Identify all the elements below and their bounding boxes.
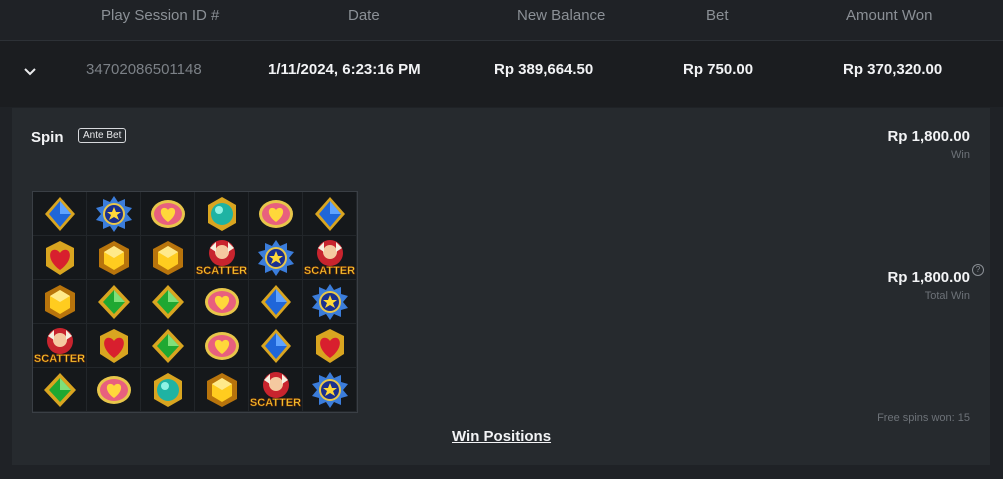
green-gem-icon bbox=[97, 284, 130, 319]
row-bet: Rp 750.00 bbox=[683, 61, 754, 78]
gold-hex-symbol bbox=[87, 236, 141, 280]
blue-gem-icon bbox=[260, 284, 291, 319]
header-amount-won: Amount Won bbox=[846, 7, 933, 24]
table-row[interactable]: 34702086501148 1/11/2024, 6:23:16 PM Rp … bbox=[0, 41, 1003, 107]
scatter-symbol: SCATTER bbox=[33, 324, 87, 368]
chevron-down-icon[interactable] bbox=[24, 65, 36, 77]
header-bet: Bet bbox=[706, 7, 729, 24]
blue-gem-symbol bbox=[33, 192, 87, 236]
gold-hex-icon bbox=[206, 372, 237, 407]
pink-heart-icon bbox=[204, 287, 239, 316]
green-gem-symbol bbox=[141, 324, 195, 368]
win-positions-link[interactable]: Win Positions bbox=[452, 428, 551, 445]
gold-hex-icon bbox=[152, 240, 183, 275]
green-gem-icon bbox=[43, 372, 76, 407]
pink-heart-icon bbox=[150, 199, 185, 228]
gold-hex-icon bbox=[44, 284, 75, 319]
ante-bet-badge: Ante Bet bbox=[78, 128, 127, 143]
pink-heart-symbol bbox=[87, 368, 141, 412]
gold-hex-symbol bbox=[33, 280, 87, 324]
pink-heart-icon bbox=[258, 199, 293, 228]
red-heart-symbol bbox=[303, 324, 357, 368]
pink-heart-symbol bbox=[249, 192, 303, 236]
blue-gem-icon bbox=[260, 328, 291, 363]
header-date: Date bbox=[348, 7, 380, 24]
red-heart-icon bbox=[315, 328, 344, 363]
pink-heart-symbol bbox=[195, 324, 249, 368]
teal-orb-icon bbox=[153, 372, 182, 407]
header-session-id: Play Session ID # bbox=[101, 7, 220, 24]
gold-hex-symbol bbox=[195, 368, 249, 412]
green-gem-icon bbox=[151, 328, 184, 363]
blue-star-icon bbox=[95, 195, 132, 232]
scatter-label: SCATTER bbox=[33, 353, 86, 366]
blue-gem-symbol bbox=[303, 192, 357, 236]
help-icon[interactable]: ? bbox=[972, 264, 984, 276]
blue-star-icon bbox=[257, 239, 294, 276]
win-label: Win bbox=[951, 149, 970, 161]
scatter-label: SCATTER bbox=[303, 265, 356, 278]
scatter-label: SCATTER bbox=[249, 397, 302, 410]
blue-gem-icon bbox=[44, 196, 75, 231]
scatter-symbol: SCATTER bbox=[195, 236, 249, 280]
scatter-label: SCATTER bbox=[195, 265, 248, 278]
blue-gem-symbol bbox=[249, 324, 303, 368]
row-date: 1/11/2024, 6:23:16 PM bbox=[268, 61, 421, 78]
session-id: 34702086501148 bbox=[86, 61, 202, 78]
pink-heart-symbol bbox=[141, 192, 195, 236]
row-won: Rp 370,320.00 bbox=[843, 61, 943, 78]
blue-star-symbol bbox=[303, 280, 357, 324]
total-win-label: Total Win bbox=[924, 290, 970, 302]
total-win-amount: Rp 1,800.00 bbox=[887, 269, 970, 286]
green-gem-icon bbox=[151, 284, 184, 319]
teal-orb-symbol bbox=[195, 192, 249, 236]
blue-star-symbol bbox=[249, 236, 303, 280]
free-spins-won: Free spins won: 15 bbox=[877, 412, 970, 424]
scatter-symbol: SCATTER bbox=[249, 368, 303, 412]
gold-hex-icon bbox=[98, 240, 129, 275]
pink-heart-symbol bbox=[195, 280, 249, 324]
pink-heart-icon bbox=[204, 331, 239, 360]
row-balance: Rp 389,664.50 bbox=[494, 61, 594, 78]
red-heart-icon bbox=[99, 328, 128, 363]
teal-orb-symbol bbox=[141, 368, 195, 412]
red-heart-icon bbox=[45, 240, 74, 275]
blue-star-icon bbox=[311, 371, 348, 408]
win-amount: Rp 1,800.00 bbox=[887, 128, 970, 145]
blue-gem-icon bbox=[314, 196, 345, 231]
spin-detail-panel: Spin Ante Bet Rp 1,800.00 Win SCATTER SCA… bbox=[12, 108, 990, 465]
green-gem-symbol bbox=[141, 280, 195, 324]
gold-hex-symbol bbox=[141, 236, 195, 280]
green-gem-symbol bbox=[87, 280, 141, 324]
blue-star-icon bbox=[311, 283, 348, 320]
table-header: Play Session ID # Date New Balance Bet A… bbox=[0, 0, 1003, 41]
red-heart-symbol bbox=[33, 236, 87, 280]
red-heart-symbol bbox=[87, 324, 141, 368]
pink-heart-icon bbox=[96, 375, 131, 404]
teal-orb-icon bbox=[207, 196, 236, 231]
green-gem-symbol bbox=[33, 368, 87, 412]
reel-grid: SCATTER SCATTER SCATTER SCATTER bbox=[32, 191, 358, 413]
spin-title: Spin bbox=[31, 129, 64, 146]
blue-gem-symbol bbox=[249, 280, 303, 324]
blue-star-symbol bbox=[303, 368, 357, 412]
scatter-symbol: SCATTER bbox=[303, 236, 357, 280]
header-new-balance: New Balance bbox=[517, 7, 606, 24]
blue-star-symbol bbox=[87, 192, 141, 236]
